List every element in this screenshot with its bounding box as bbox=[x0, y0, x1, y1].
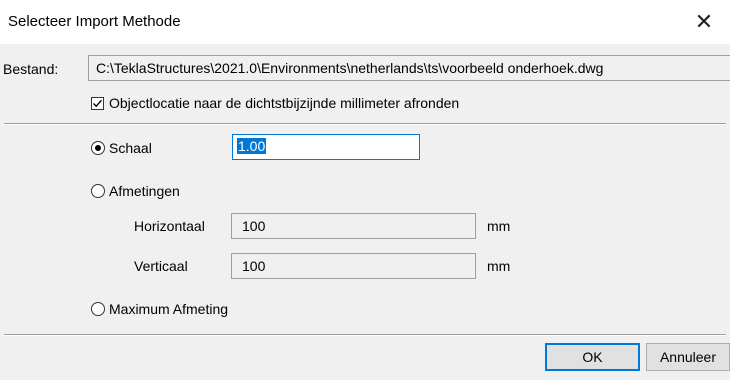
vertical-label: Verticaal bbox=[134, 258, 188, 274]
separator-top bbox=[4, 123, 726, 125]
dimensions-label: Afmetingen bbox=[109, 183, 180, 199]
close-icon[interactable]: ✕ bbox=[680, 2, 728, 42]
file-path-field[interactable]: C:\TeklaStructures\2021.0\Environments\n… bbox=[88, 55, 730, 81]
scale-value: 1.00 bbox=[237, 138, 267, 154]
max-dimension-label: Maximum Afmeting bbox=[109, 301, 229, 317]
file-label: Bestand: bbox=[3, 61, 59, 77]
round-location-checkbox[interactable] bbox=[91, 96, 104, 110]
round-location-option[interactable]: Objectlocatie naar de dichtstbijzijnde m… bbox=[91, 93, 459, 113]
vertical-unit: mm bbox=[487, 258, 511, 274]
max-dimension-radio[interactable] bbox=[91, 302, 105, 316]
ok-button[interactable]: OK bbox=[545, 343, 640, 371]
vertical-input[interactable]: 100 bbox=[231, 253, 476, 279]
max-dimension-option[interactable]: Maximum Afmeting bbox=[91, 299, 228, 319]
horizontal-input[interactable]: 100 bbox=[231, 213, 476, 239]
scale-radio[interactable] bbox=[91, 141, 105, 155]
checkmark-icon bbox=[93, 99, 103, 107]
import-method-dialog: Selecteer Import Methode ✕ Bestand: C:\T… bbox=[0, 0, 730, 380]
round-location-label: Objectlocatie naar de dichtstbijzijnde m… bbox=[109, 95, 460, 111]
horizontal-label: Horizontaal bbox=[134, 218, 205, 234]
dimensions-option[interactable]: Afmetingen bbox=[91, 181, 180, 201]
horizontal-unit: mm bbox=[487, 218, 511, 234]
scale-label: Schaal bbox=[109, 140, 152, 156]
file-row: Bestand: C:\TeklaStructures\2021.0\Envir… bbox=[0, 55, 730, 83]
window-title: Selecteer Import Methode bbox=[8, 13, 181, 30]
dimensions-radio[interactable] bbox=[91, 184, 105, 198]
title-bar: Selecteer Import Methode ✕ bbox=[0, 0, 730, 44]
cancel-button[interactable]: Annuleer bbox=[646, 343, 730, 371]
scale-option[interactable]: Schaal bbox=[91, 138, 152, 158]
separator-bottom bbox=[4, 334, 726, 336]
scale-input[interactable]: 1.00 bbox=[232, 134, 420, 160]
